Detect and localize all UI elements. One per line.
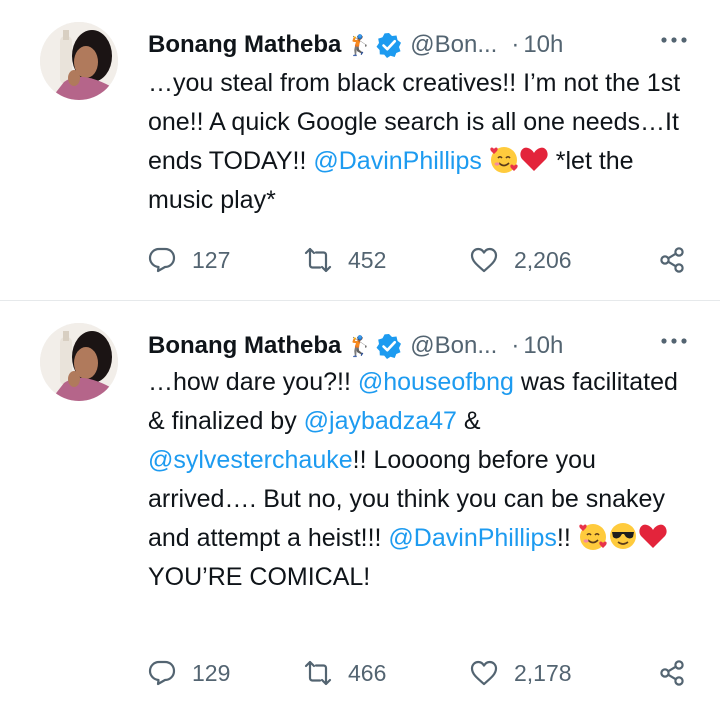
reply-count: 127: [192, 246, 231, 273]
tweet-actions: 127 452 2,206: [148, 240, 688, 280]
text-segment: …how dare you?!!: [148, 368, 358, 396]
reply-icon: [148, 660, 176, 686]
red-heart-icon: [639, 524, 667, 548]
verified-badge-icon: [376, 333, 403, 359]
tweet-2[interactable]: Bonang Matheba 🏌 @Bon... · 10h …how dare…: [0, 301, 720, 716]
like-count: 2,206: [514, 246, 572, 273]
author-handle[interactable]: @Bon...: [410, 332, 497, 360]
reply-count: 129: [192, 659, 231, 686]
share-icon: [660, 660, 684, 686]
more-options-icon[interactable]: [658, 329, 690, 353]
author-name[interactable]: Bonang Matheba: [148, 332, 341, 360]
reply-icon: [148, 247, 176, 273]
author-handle[interactable]: @Bon...: [410, 31, 497, 59]
retweet-button[interactable]: 466: [304, 653, 386, 693]
heart-icon: [470, 660, 498, 686]
smiling-face-with-hearts-icon: [489, 146, 519, 174]
retweet-icon: [304, 247, 332, 273]
retweet-count: 466: [348, 659, 387, 686]
name-emoji: 🏌: [347, 335, 373, 358]
timestamp[interactable]: 10h: [523, 31, 563, 59]
tweet-header: Bonang Matheba 🏌 @Bon... · 10h: [148, 331, 708, 361]
name-emoji: 🏌: [347, 34, 373, 57]
mention-link[interactable]: @DavinPhillips: [388, 524, 557, 552]
tweet-actions: 129 466 2,178: [148, 653, 688, 693]
separator: ·: [511, 31, 520, 58]
tweet-1[interactable]: Bonang Matheba 🏌 @Bon... · 10h …you stea…: [0, 0, 720, 300]
author-name[interactable]: Bonang Matheba: [148, 31, 341, 59]
reply-button[interactable]: 127: [148, 240, 230, 280]
separator: ·: [511, 332, 520, 359]
red-heart-icon: [520, 147, 548, 171]
tweet-text: …how dare you?!! @houseofbng was facilit…: [148, 363, 688, 597]
text-segment: !!: [556, 524, 578, 552]
tweet-header: Bonang Matheba 🏌 @Bon... · 10h: [148, 30, 708, 60]
retweet-icon: [304, 660, 332, 686]
share-icon: [660, 247, 684, 273]
mention-link[interactable]: @jaybadza47: [304, 407, 457, 435]
share-button[interactable]: [658, 240, 686, 280]
mention-link[interactable]: @DavinPhillips: [313, 147, 482, 175]
retweet-button[interactable]: 452: [304, 240, 386, 280]
smiling-face-with-hearts-icon: [578, 523, 608, 551]
like-button[interactable]: 2,178: [470, 653, 572, 693]
like-count: 2,178: [514, 659, 572, 686]
smiling-face-with-sunglasses-icon: [608, 522, 637, 550]
tweet-text: …you steal from black creatives!! I’m no…: [148, 64, 688, 220]
mention-link[interactable]: @sylvesterchauke: [148, 446, 353, 474]
retweet-count: 452: [348, 246, 387, 273]
reply-button[interactable]: 129: [148, 653, 230, 693]
text-segment: &: [456, 407, 481, 435]
heart-icon: [470, 247, 498, 273]
more-options-icon[interactable]: [658, 28, 690, 52]
avatar[interactable]: [40, 22, 118, 100]
mention-link[interactable]: @houseofbng: [358, 368, 514, 396]
avatar[interactable]: [40, 323, 118, 401]
timestamp[interactable]: 10h: [523, 332, 563, 360]
like-button[interactable]: 2,206: [470, 240, 572, 280]
text-segment: YOU’RE COMICAL!: [148, 563, 371, 591]
share-button[interactable]: [658, 653, 686, 693]
verified-badge-icon: [376, 32, 403, 58]
